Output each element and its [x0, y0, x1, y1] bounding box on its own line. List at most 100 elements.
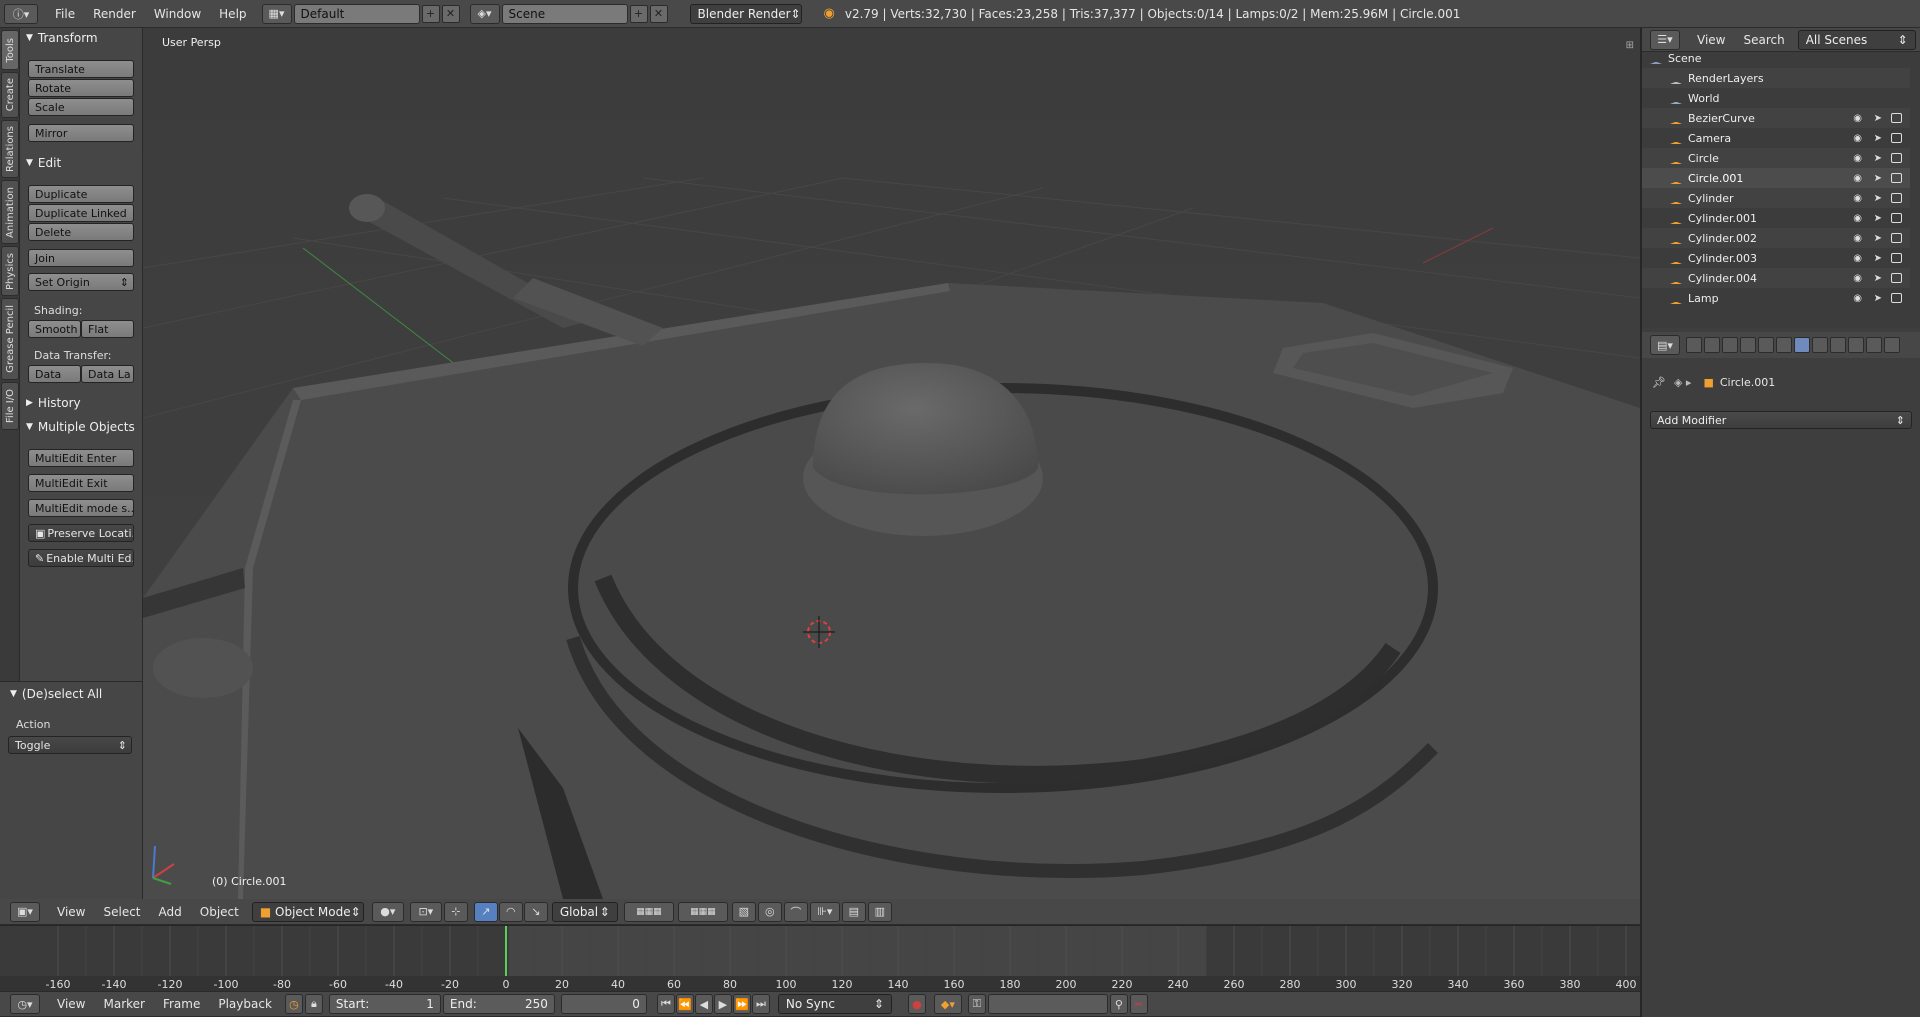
outliner-item[interactable]: Lamp ◉ ➤	[1642, 288, 1910, 308]
layers-grid-a-icon[interactable]: ▦▦▦	[623, 901, 674, 922]
constraints-tab-icon[interactable]	[1776, 337, 1792, 353]
start-frame-field[interactable]: Start: 1	[328, 994, 441, 1014]
editor-type-timeline-icon[interactable]: ◷▾	[10, 994, 40, 1014]
deselect-all-panel-header[interactable]: ▼ (De)select All	[10, 685, 102, 703]
add-scene-button[interactable]: +	[629, 4, 648, 23]
menu-window[interactable]: Window	[145, 7, 210, 21]
menu-add[interactable]: Add	[150, 905, 191, 919]
remove-scene-button[interactable]: ✕	[649, 4, 668, 23]
sync-dropdown[interactable]: No Sync ⇕	[777, 994, 892, 1014]
orientation-dropdown[interactable]: Global ⇕	[551, 901, 618, 922]
menu-select[interactable]: Select	[94, 905, 149, 919]
menu-frame[interactable]: Frame	[154, 997, 209, 1011]
remove-layout-button[interactable]: ✕	[441, 4, 460, 23]
set-origin-dropdown[interactable]: Set Origin ⇕	[28, 273, 134, 291]
mirror-button[interactable]: Mirror	[28, 124, 134, 142]
selectability-cursor-icon[interactable]: ➤	[1874, 173, 1882, 184]
rotate-manipulator-icon[interactable]: ◠	[498, 901, 523, 922]
outliner-item[interactable]: Cylinder.002 ◉ ➤	[1642, 228, 1910, 248]
render-engine-dropdown[interactable]: Blender Render ⇕	[689, 3, 802, 24]
tab-create[interactable]: Create	[1, 72, 19, 118]
object-tab-icon[interactable]	[1758, 337, 1774, 353]
timeline-area[interactable]: -160 -140 -120 -100 -80 -60 -40 -20 0 20 40 60 80 100…	[0, 925, 1640, 992]
menu-marker[interactable]: Marker	[94, 997, 153, 1011]
keying-set-icon[interactable]: ◆▾	[933, 994, 962, 1014]
outliner-item[interactable]: Cylinder ◉ ➤	[1642, 188, 1910, 208]
snap-toggle-icon[interactable]: ⌒	[783, 901, 808, 922]
outliner-item[interactable]: Circle.001 ◉ ➤	[1642, 168, 1910, 188]
pin-icon[interactable]: 📌︎	[1652, 376, 1666, 389]
render-layers-tab-icon[interactable]	[1704, 337, 1720, 353]
multiedit-exit-button[interactable]: MultiEdit Exit	[28, 474, 134, 492]
particles-tab-icon[interactable]	[1866, 337, 1882, 353]
menu-view[interactable]: View	[1688, 33, 1734, 47]
tab-relations[interactable]: Relations	[1, 120, 19, 178]
tab-grease-pencil[interactable]: Grease Pencil	[1, 298, 19, 380]
tab-physics[interactable]: Physics	[1, 246, 19, 296]
multiedit-enter-button[interactable]: MultiEdit Enter	[28, 449, 134, 467]
selectability-cursor-icon[interactable]: ➤	[1874, 293, 1882, 304]
keyingset-key-icon[interactable]: ⚿	[967, 994, 986, 1014]
menu-render[interactable]: Render	[84, 7, 145, 21]
jump-next-key-icon[interactable]: ⏩	[732, 994, 751, 1014]
delete-keyframe-icon[interactable]: ✂	[1129, 994, 1148, 1014]
menu-playback[interactable]: Playback	[209, 997, 281, 1011]
selectability-cursor-icon[interactable]: ➤	[1874, 153, 1882, 164]
layers-grid-b-icon[interactable]: ▦▦▦	[677, 901, 728, 922]
translate-button[interactable]: Translate	[28, 60, 134, 78]
outliner-item[interactable]: Cylinder.001 ◉ ➤	[1642, 208, 1910, 228]
selectability-cursor-icon[interactable]: ➤	[1874, 273, 1882, 284]
material-tab-icon[interactable]	[1830, 337, 1846, 353]
viewport-shading-icon[interactable]: ●▾	[371, 901, 404, 922]
record-icon[interactable]: ●	[907, 994, 926, 1014]
menu-object[interactable]: Object	[191, 905, 248, 919]
renderability-camera-icon[interactable]	[1891, 233, 1902, 243]
renderability-camera-icon[interactable]	[1891, 193, 1902, 203]
layout-name-field[interactable]: Default	[293, 3, 420, 24]
multiedit-mode-button[interactable]: MultiEdit mode s...	[28, 499, 134, 517]
play-icon[interactable]: ▶	[713, 994, 732, 1014]
outliner-item[interactable]: World	[1642, 88, 1910, 108]
lock-layers-icon[interactable]: ▧	[731, 901, 756, 922]
opengl-render-icon[interactable]: ▤	[841, 901, 866, 922]
data-tab-icon[interactable]	[1812, 337, 1828, 353]
action-dropdown[interactable]: Toggle ⇕	[8, 736, 132, 754]
visibility-eye-icon[interactable]: ◉	[1853, 213, 1862, 224]
visibility-eye-icon[interactable]: ◉	[1853, 293, 1862, 304]
keying-set-field[interactable]	[987, 994, 1108, 1014]
3d-viewport[interactable]: User Persp (0) Circle.001 ⊞	[143, 28, 1640, 899]
menu-help[interactable]: Help	[210, 7, 255, 21]
renderability-camera-icon[interactable]	[1891, 253, 1902, 263]
render-tab-icon[interactable]	[1686, 337, 1702, 353]
smooth-button[interactable]: Smooth	[28, 320, 81, 338]
jump-end-icon[interactable]: ⏭	[751, 994, 770, 1014]
menu-search[interactable]: Search	[1734, 33, 1793, 47]
outliner-item[interactable]: Circle ◉ ➤	[1642, 148, 1910, 168]
preview-range-icon[interactable]: ◷	[284, 994, 303, 1014]
renderability-camera-icon[interactable]	[1891, 173, 1902, 183]
history-panel-header[interactable]: ▶ History	[26, 394, 81, 412]
scale-manipulator-icon[interactable]: ↘	[523, 901, 548, 922]
scene-icon[interactable]: ◈▾	[469, 3, 500, 24]
add-modifier-dropdown[interactable]: Add Modifier ⇕	[1650, 411, 1912, 429]
jump-prev-key-icon[interactable]: ⏪	[675, 994, 694, 1014]
visibility-eye-icon[interactable]: ◉	[1853, 113, 1862, 124]
outliner-item[interactable]: Scene	[1642, 52, 1910, 68]
transform-panel-header[interactable]: ▼ Transform	[26, 29, 98, 47]
visibility-eye-icon[interactable]: ◉	[1853, 253, 1862, 264]
texture-tab-icon[interactable]	[1848, 337, 1864, 353]
scene-tab-icon[interactable]	[1722, 337, 1738, 353]
physics-tab-icon[interactable]	[1884, 337, 1900, 353]
rotate-button[interactable]: Rotate	[28, 79, 134, 97]
delete-button[interactable]: Delete	[28, 223, 134, 241]
selectability-cursor-icon[interactable]: ➤	[1874, 253, 1882, 264]
tab-file-io[interactable]: File I/O	[1, 382, 19, 430]
menu-view[interactable]: View	[48, 905, 94, 919]
add-layout-button[interactable]: +	[421, 4, 440, 23]
renderability-camera-icon[interactable]	[1891, 293, 1902, 303]
end-frame-field[interactable]: End: 250	[442, 994, 555, 1014]
modifiers-tab-icon[interactable]	[1794, 337, 1810, 353]
scene-name-field[interactable]: Scene	[501, 3, 628, 24]
world-tab-icon[interactable]	[1740, 337, 1756, 353]
visibility-eye-icon[interactable]: ◉	[1853, 173, 1862, 184]
